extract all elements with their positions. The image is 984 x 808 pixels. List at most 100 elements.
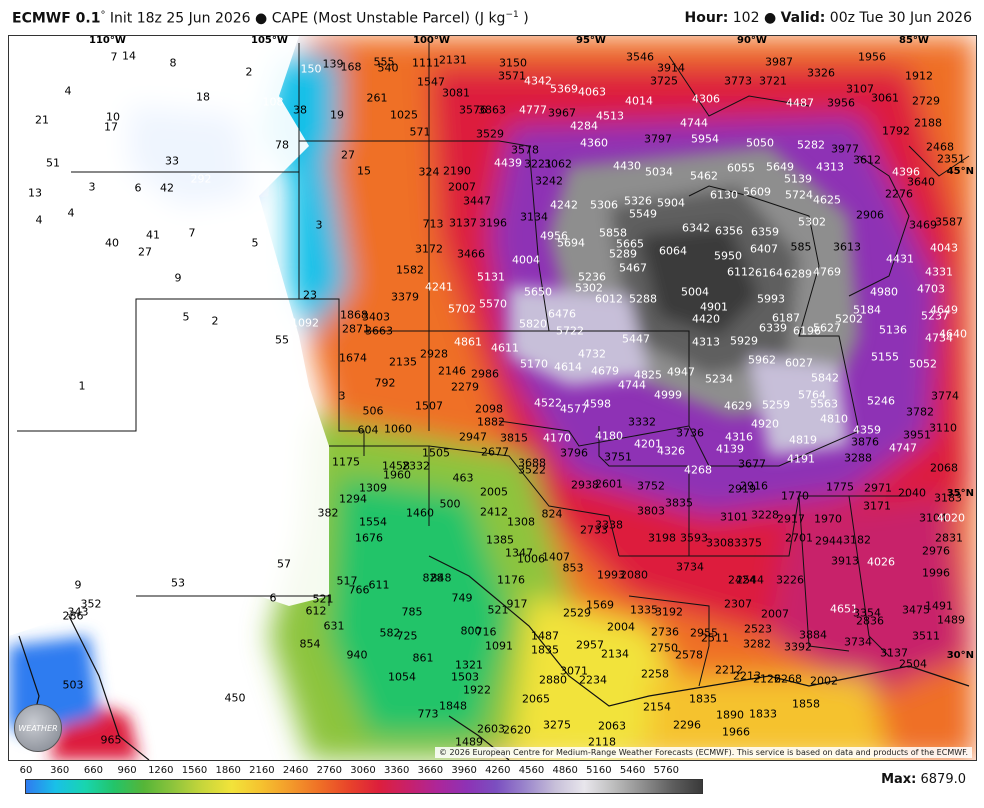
cape-value-label: 6356	[715, 224, 743, 238]
cape-value-label: 5665	[616, 237, 644, 251]
cape-value-label: 5447	[622, 332, 650, 346]
cape-value-label: 5724	[785, 188, 813, 202]
cape-value-label: 2947	[459, 430, 487, 444]
cape-value-label: 3613	[833, 240, 861, 254]
cape-value-label: 3751	[604, 450, 632, 464]
cape-value-label: 2351	[937, 152, 965, 166]
cape-value-label: 1176	[497, 573, 525, 587]
cape-value-label: 1835	[531, 643, 559, 657]
cape-value-label: 5467	[619, 261, 647, 275]
cape-value-label: 2957	[576, 638, 604, 652]
cape-value-label: 4004	[512, 253, 540, 267]
cape-value-label: 5246	[867, 394, 895, 408]
cape-value-label: 854	[299, 637, 321, 651]
cape-value-label: 2134	[601, 647, 629, 661]
cape-value-label: 3884	[799, 628, 827, 642]
cape-value-label: 3546	[626, 50, 654, 64]
cape-value-label: 3182	[843, 533, 871, 547]
cape-value-label: 4598	[583, 397, 611, 411]
cape-value-label: 463	[452, 471, 474, 485]
cape-value-label: 4901	[700, 300, 728, 314]
cape-value-label: 3107	[846, 82, 874, 96]
cape-value-label: 853	[562, 561, 584, 575]
cape-value-label: 1970	[814, 512, 842, 526]
cape-value-label: 3913	[831, 554, 859, 568]
cape-value-label: 1674	[339, 351, 367, 365]
cape-value-label: 4679	[591, 364, 619, 378]
cape-value-label: 3275	[543, 718, 571, 732]
cape-value-label: 3198	[648, 531, 676, 545]
cape-value-label: 4513	[596, 109, 624, 123]
colorbar-tick: 5460	[619, 765, 646, 776]
cape-value-label: 17	[104, 120, 118, 134]
cape-value-label: 5034	[645, 165, 673, 179]
cape-value-label: 4313	[816, 160, 844, 174]
cape-value-label: 2620	[503, 723, 531, 737]
cape-value-label: 40	[105, 236, 119, 250]
cape-value-label: 33	[165, 154, 179, 168]
copyright-notice: © 2026 European Centre for Medium-Range …	[435, 747, 972, 758]
cape-value-label: 41	[146, 228, 160, 242]
cape-value-label: 4191	[787, 452, 815, 466]
cape-value-label: 168	[340, 60, 362, 74]
cape-value-label: 4819	[789, 433, 817, 447]
cape-value-label: 3571	[498, 69, 526, 83]
cape-value-label: 3803	[637, 504, 665, 518]
cape-value-label: 3721	[759, 74, 787, 88]
cape-value-label: 917	[506, 597, 528, 611]
model-name: ECMWF 0.1	[12, 10, 101, 27]
colorbar-tick: 3360	[383, 765, 410, 776]
cape-value-label: 3061	[871, 91, 899, 105]
cape-value-label: 5234	[705, 372, 733, 386]
cape-value-label: 4431	[886, 252, 914, 266]
cape-value-label: 15	[357, 164, 371, 178]
cape-value-label: 3593	[680, 531, 708, 545]
cape-value-label: 1848	[439, 699, 467, 713]
cape-value-label: 4522	[534, 396, 562, 410]
cape-value-label: 2906	[856, 208, 884, 222]
cape-value-label: 631	[323, 619, 345, 633]
cape-value-label: 2234	[579, 673, 607, 687]
cape-value-label: 2729	[912, 94, 940, 108]
cape-value-label: 1006	[517, 552, 545, 566]
cape-value-label: 2	[245, 65, 253, 79]
cape-value-label: 5954	[691, 132, 719, 146]
cape-value-label: 2	[211, 314, 219, 328]
colorbar-tick: 2460	[282, 765, 309, 776]
cape-value-label: 3	[338, 389, 346, 403]
colorbar-tick: 960	[117, 765, 137, 776]
cape-value-label: 5962	[748, 353, 776, 367]
cape-value-label: 3522	[518, 463, 546, 477]
init-time: Init 18z 25 Jun 2026	[109, 10, 251, 27]
cape-value-label: 3797	[644, 132, 672, 146]
cape-value-label: 773	[417, 707, 439, 721]
cape-value-label: 4777	[519, 103, 547, 117]
cape-value-label: 5993	[757, 292, 785, 306]
cape-value-label: 4487	[786, 96, 814, 110]
cape-value-label: 3734	[844, 635, 872, 649]
colorbar-tick: 5760	[653, 765, 680, 776]
cape-value-label: 1335	[630, 603, 658, 617]
cape-value-label: 5764	[798, 388, 826, 402]
cape-value-label: 1770	[781, 489, 809, 503]
cape-value-label: 2063	[598, 719, 626, 733]
cape-value-label: 2118	[588, 735, 616, 749]
colorbar-tick-labels: 60 360 660 960 1260 1560 1860 2160 2460 2760 3060 3…	[12, 765, 712, 777]
cape-map[interactable]: 110°W 105°W 100°W 95°W 90°W 85°W 45°N 35…	[8, 35, 977, 761]
cape-value-label: 4999	[654, 388, 682, 402]
cape-value-label: 4268	[684, 463, 712, 477]
cape-value-label: 4640	[939, 327, 967, 341]
cape-value-label: 4331	[925, 265, 953, 279]
cape-value-label: 4947	[667, 365, 695, 379]
colorbar-tick: 360	[50, 765, 70, 776]
cape-value-label: 4825	[634, 368, 662, 382]
cape-value-label: 3663	[365, 324, 393, 338]
cape-value-label: 3228	[751, 508, 779, 522]
cape-value-label: 4747	[889, 441, 917, 455]
cape-value-label: 885	[258, 263, 280, 277]
cape-value-label: 1308	[507, 515, 535, 529]
cape-value-label: 2504	[899, 657, 927, 671]
cape-value-label: 2917	[777, 512, 805, 526]
hour-label: Hour:	[684, 10, 729, 26]
cape-value-label: 585	[790, 240, 812, 254]
